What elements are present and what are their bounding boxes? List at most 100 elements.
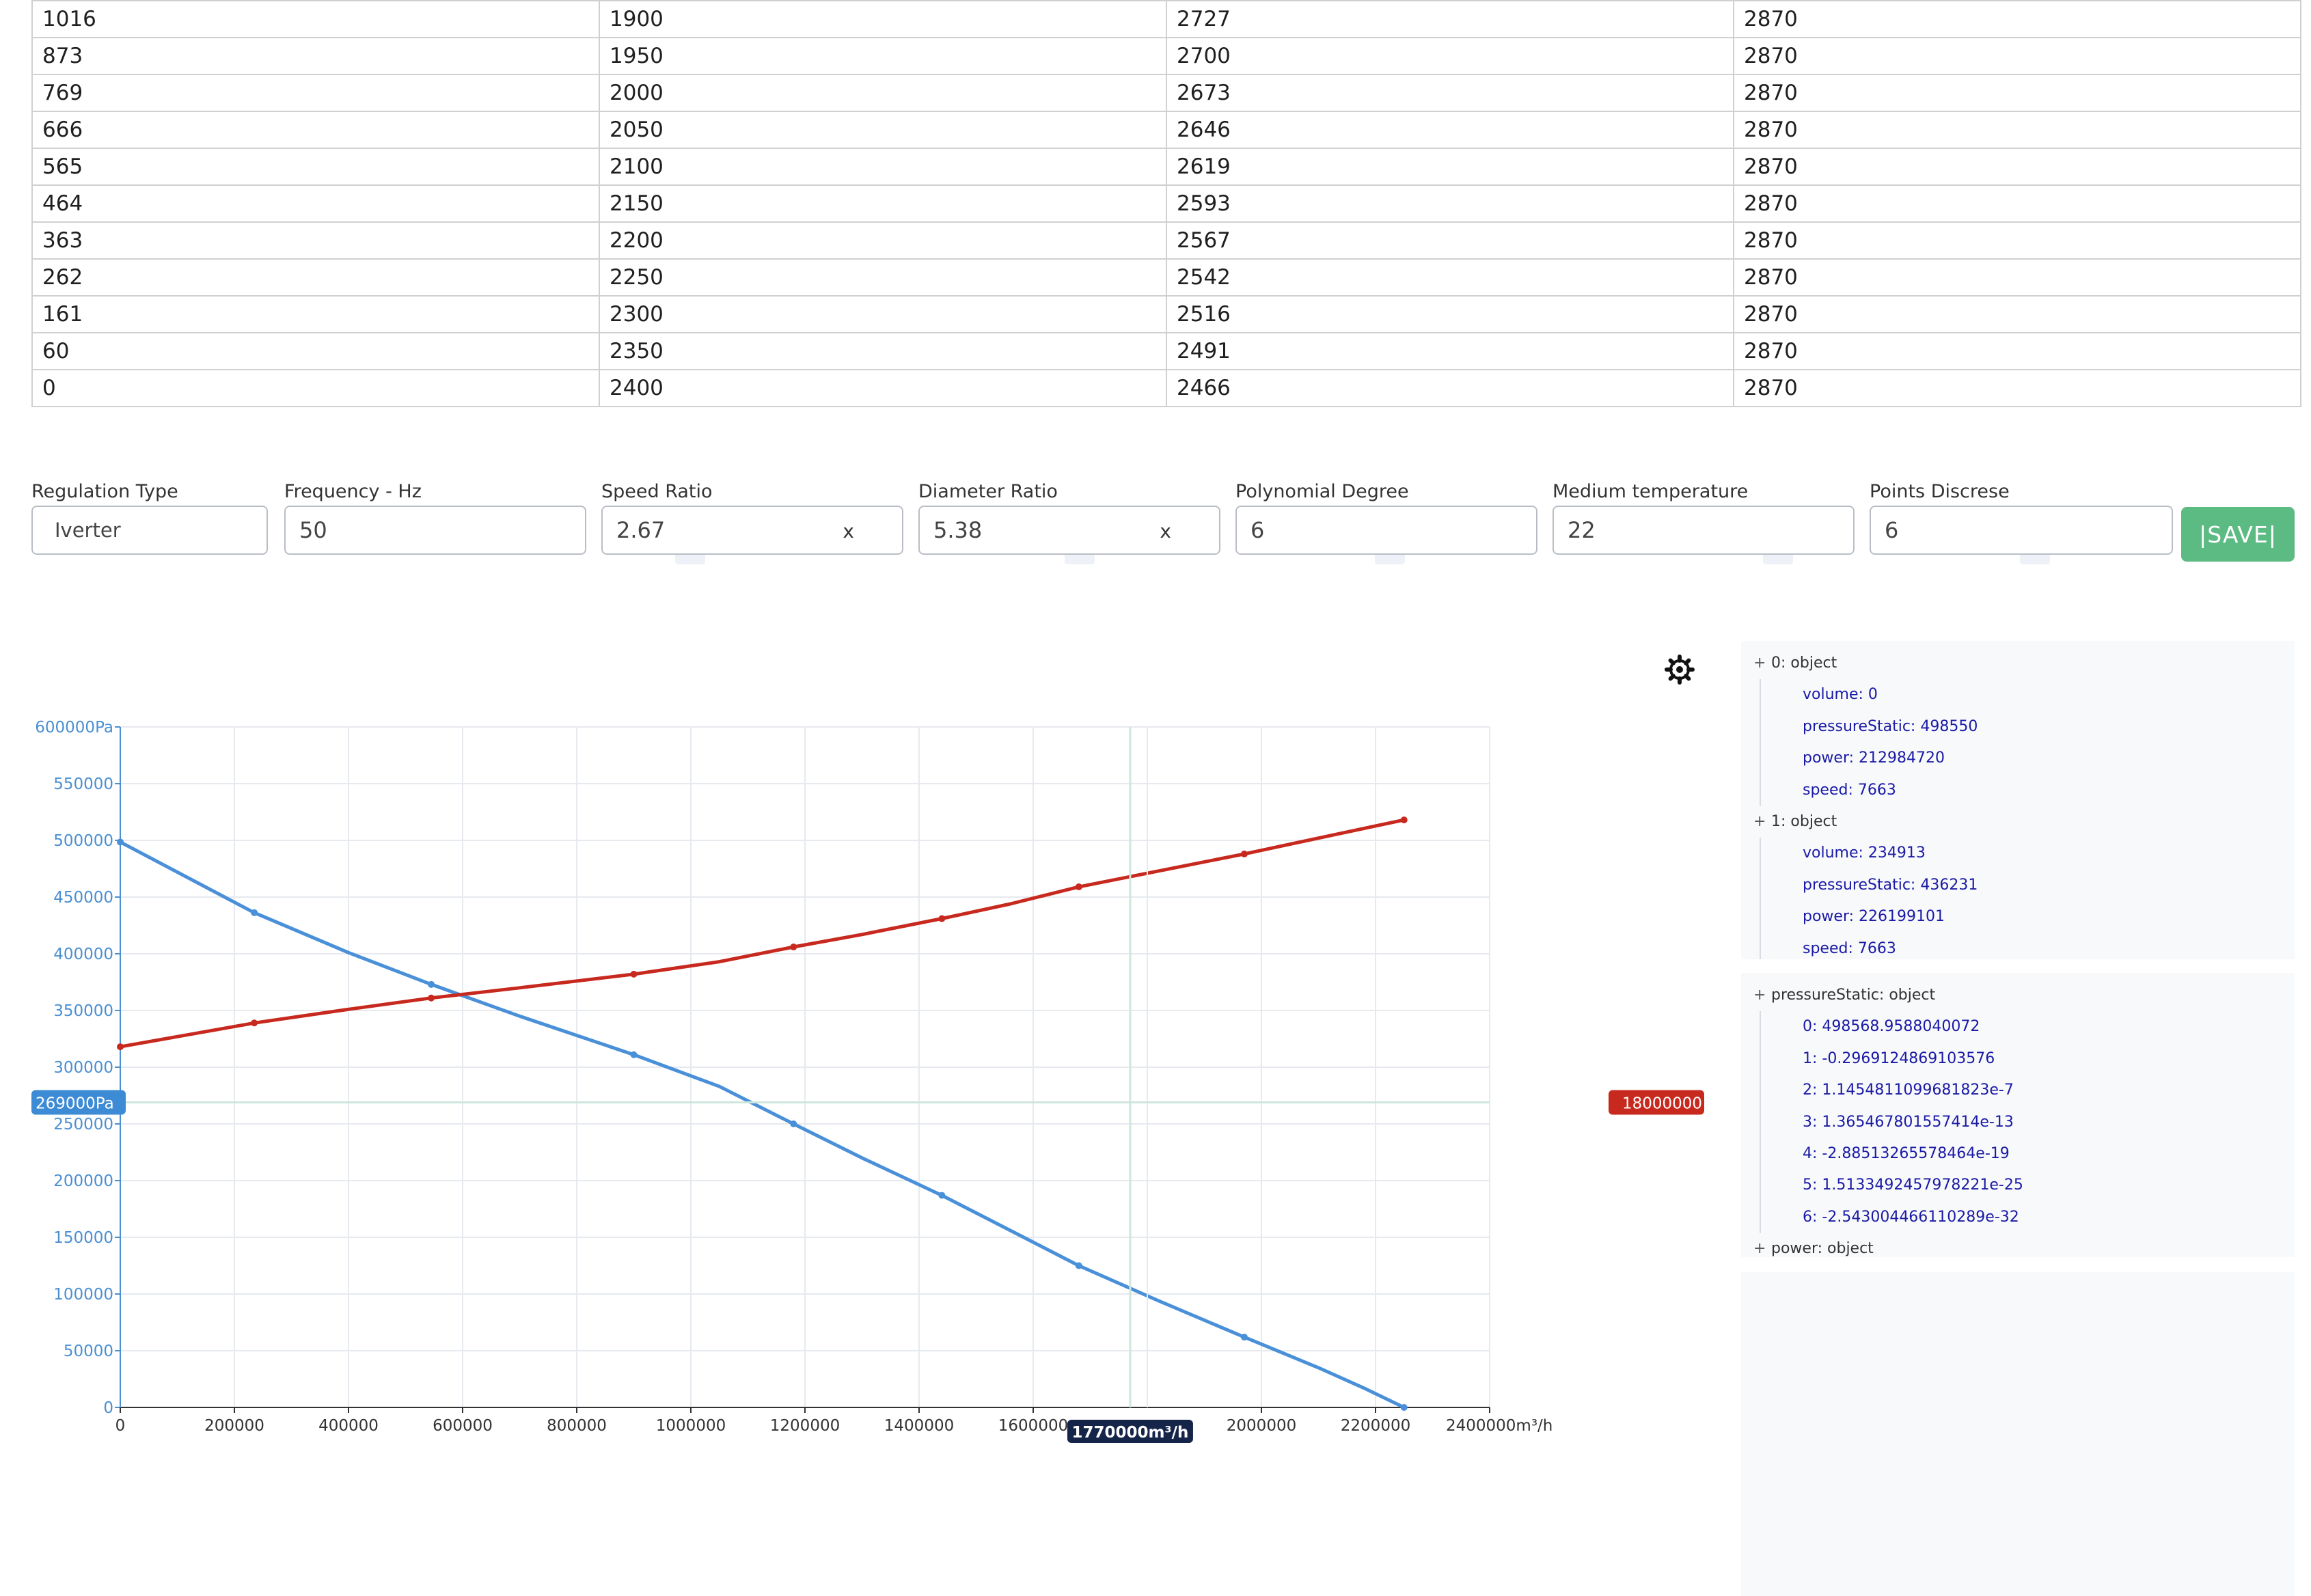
series-point[interactable] <box>428 994 435 1002</box>
series-point[interactable] <box>1240 1334 1248 1341</box>
y-tick-label: 500000 <box>53 832 113 850</box>
series-point[interactable] <box>630 970 638 978</box>
y-tick-label: 50000 <box>64 1343 113 1360</box>
table-cell: 2593 <box>1166 184 1734 223</box>
table-cell: 2542 <box>1166 258 1734 297</box>
medium-temperature-field: Medium temperature 22 <box>1553 478 1855 564</box>
settings-icon[interactable] <box>1665 655 1695 685</box>
table-cell: 1016 <box>31 0 600 38</box>
medium-temperature-input[interactable]: 22 <box>1553 506 1855 555</box>
y-tick-label: 200000 <box>53 1172 113 1190</box>
gear-tooth <box>1684 674 1691 681</box>
table-cell: 2870 <box>1733 369 2301 407</box>
series-line-1 <box>118 818 1406 1049</box>
speed-ratio-value: 2.67 <box>616 517 666 543</box>
x-tick-label: 2000000 <box>1227 1417 1296 1435</box>
save-button[interactable]: |SAVE| <box>2181 507 2295 562</box>
y-tick-label: 0 <box>103 1399 113 1417</box>
table-cell: 2491 <box>1166 332 1734 370</box>
gear-tooth <box>1684 658 1691 665</box>
frequency-input[interactable]: 50 <box>284 506 586 555</box>
series-point[interactable] <box>1400 1404 1408 1411</box>
medium-temperature-label: Medium temperature <box>1553 481 1749 502</box>
diameter-ratio-input[interactable]: 5.38 x <box>918 506 1220 555</box>
x-tick-label: 2200000 <box>1341 1417 1410 1435</box>
series-point[interactable] <box>938 915 946 922</box>
table-cell: 2870 <box>1733 37 2301 75</box>
table-cell: 464 <box>31 184 600 223</box>
table-row: 363 2200 2567 2870 <box>31 221 2301 260</box>
tree-leaf: 4: -2.88513265578464e-19 <box>1803 1145 2010 1162</box>
diameter-ratio-value: 5.38 <box>933 517 983 543</box>
table-cell: 2567 <box>1166 221 1734 260</box>
chart-grid <box>120 726 1490 1408</box>
table-cell: 2466 <box>1166 369 1734 407</box>
polynomial-degree-field: Polynomial Degree 6 <box>1235 478 1537 564</box>
series-point[interactable] <box>251 1019 258 1027</box>
table-cell: 1900 <box>599 0 1167 38</box>
series-point[interactable] <box>938 1192 946 1199</box>
y-tick-label: 550000 <box>53 775 113 793</box>
table-cell: 2870 <box>1733 221 2301 260</box>
data-inspector: +0: object volume: 0 pressureStatic: 49855… <box>1741 641 2295 1596</box>
table-cell: 2250 <box>599 258 1167 297</box>
speed-ratio-suffix: x <box>843 520 854 542</box>
series-point[interactable] <box>117 1043 124 1051</box>
series-point[interactable] <box>1075 883 1082 891</box>
speed-ratio-field: Speed Ratio 2.67 x <box>601 478 903 564</box>
polynomial-degree-handle[interactable] <box>1375 555 1405 564</box>
expand-icon[interactable]: + <box>1753 813 1766 830</box>
series-point[interactable] <box>1240 850 1248 857</box>
table-cell: 873 <box>31 37 600 75</box>
tree-leaf: speed: 7663 <box>1803 939 1896 957</box>
speed-ratio-handle[interactable] <box>675 555 705 564</box>
series-point[interactable] <box>117 838 124 846</box>
diameter-ratio-field: Diameter Ratio 5.38 x <box>918 478 1220 564</box>
inspector-panel-coefficients[interactable]: + pressureStatic: object 0: 498568.9588040… <box>1741 973 2295 1257</box>
series-point[interactable] <box>790 1120 797 1127</box>
tree-node[interactable]: power: object <box>1771 1240 1874 1257</box>
x-tick-label: 200000 <box>204 1417 264 1435</box>
crosshair-x-label: 1770000m³/h <box>1072 1424 1189 1442</box>
y-tick-label: 300000 <box>53 1059 113 1077</box>
tree-node[interactable]: pressureStatic: object <box>1771 987 1935 1004</box>
inspector-panel-points[interactable]: +0: object volume: 0 pressureStatic: 49855… <box>1741 641 2295 959</box>
diameter-ratio-handle[interactable] <box>1065 555 1095 564</box>
table-cell: 2150 <box>599 184 1167 223</box>
points-discrese-handle[interactable] <box>2020 555 2050 564</box>
table-cell: 2000 <box>599 74 1167 112</box>
expand-icon[interactable]: + <box>1753 655 1766 672</box>
regulation-type-select[interactable]: Iverter <box>31 506 268 555</box>
pressure-volume-chart[interactable]: 0 50000 100000 150000 200000 250000 300000 3500… <box>0 615 1722 1596</box>
polynomial-degree-label: Polynomial Degree <box>1235 481 1409 502</box>
crosshair-right-label: 18000000 <box>1622 1095 1702 1112</box>
series-line-0 <box>118 840 1406 1409</box>
tree-leaf: speed: 7663 <box>1803 781 1896 799</box>
table-cell: 2516 <box>1166 295 1734 333</box>
table-row: 873 1950 2700 2870 <box>31 37 2301 75</box>
medium-temperature-handle[interactable] <box>1763 555 1793 564</box>
table-cell: 2350 <box>599 332 1167 370</box>
series-point[interactable] <box>630 1051 638 1058</box>
speed-ratio-input[interactable]: 2.67 x <box>601 506 903 555</box>
series-point[interactable] <box>1400 816 1408 824</box>
table-cell: 1950 <box>599 37 1167 75</box>
table-cell: 2870 <box>1733 74 2301 112</box>
diameter-ratio-label: Diameter Ratio <box>918 481 1058 502</box>
table-cell: 2300 <box>599 295 1167 333</box>
y-tick-label: 100000 <box>53 1286 113 1304</box>
polynomial-degree-input[interactable]: 6 <box>1235 506 1537 555</box>
series-point[interactable] <box>428 980 435 988</box>
tree-node[interactable]: 1: object <box>1771 813 1837 830</box>
points-discrese-input[interactable]: 6 <box>1870 506 2173 555</box>
y-tick-label: 600000Pa <box>35 719 113 737</box>
series-point[interactable] <box>251 909 258 916</box>
series-point[interactable] <box>790 944 797 951</box>
expand-icon[interactable]: + <box>1753 1240 1766 1257</box>
table-cell: 2400 <box>599 369 1167 407</box>
expand-icon[interactable]: + <box>1753 987 1766 1004</box>
table-cell: 0 <box>31 369 600 407</box>
table-cell: 2646 <box>1166 111 1734 149</box>
series-point[interactable] <box>1075 1262 1082 1269</box>
tree-node[interactable]: 0: object <box>1771 655 1837 672</box>
